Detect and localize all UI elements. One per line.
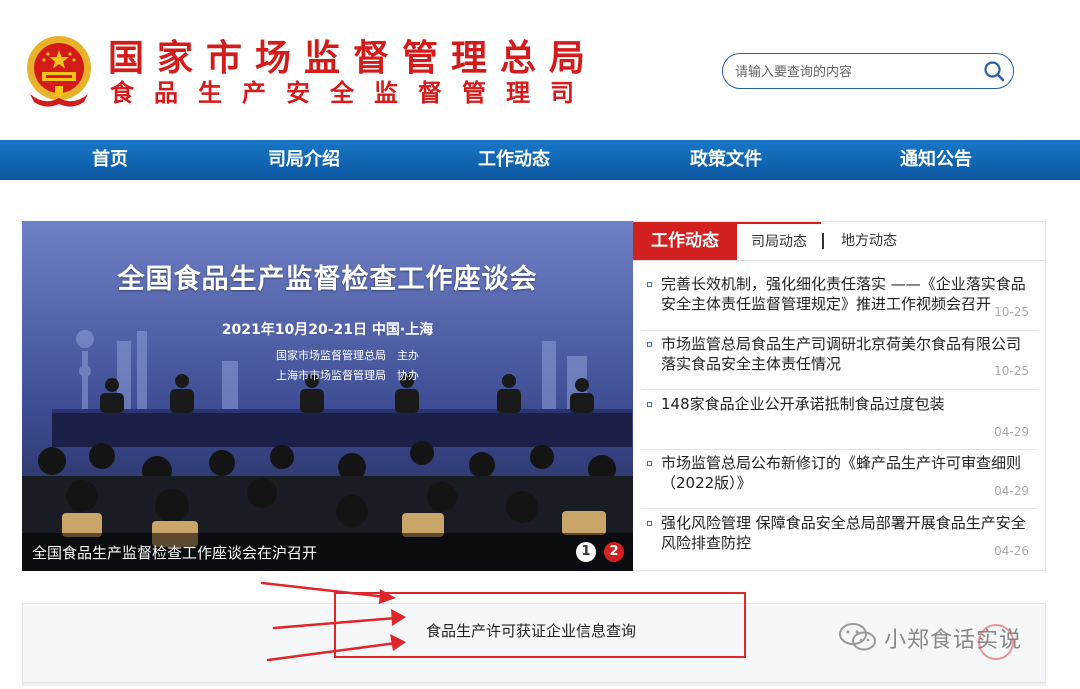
wechat-icon — [839, 623, 876, 651]
watermark-stamp-icon — [978, 624, 1014, 660]
annotation-arrows — [260, 581, 406, 662]
